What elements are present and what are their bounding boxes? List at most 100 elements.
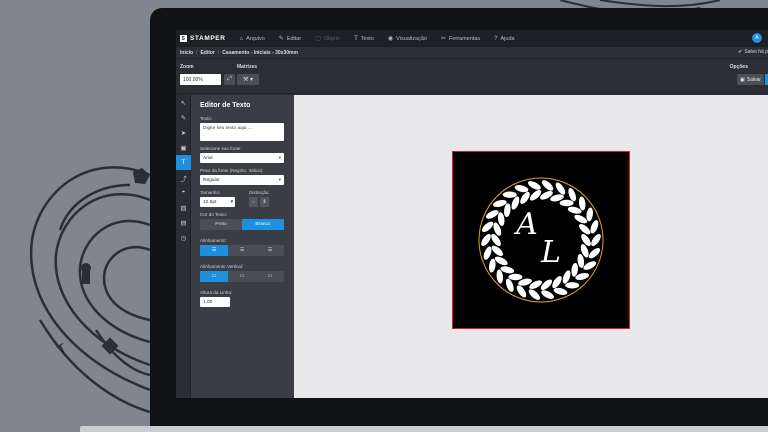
avatar[interactable]: A <box>752 33 762 43</box>
text-label: Texto: <box>200 116 213 121</box>
valign-bottom-button[interactable]: ▭ <box>256 271 284 282</box>
save-status-text: Salvo há p <box>744 49 768 55</box>
chevron-down-icon: ▾ <box>230 199 233 205</box>
color-label: Cor do Texto: <box>200 212 228 217</box>
color-black-option[interactable]: Preto <box>200 219 242 230</box>
transform-tool[interactable]: ⤴ <box>176 170 191 185</box>
laurel-leaf <box>577 253 585 268</box>
laurel-leaf <box>540 279 553 290</box>
text-input[interactable]: Digite seu texto aqui ... <box>200 123 284 141</box>
fill-tool-icon: ◓ <box>181 189 186 196</box>
toolbar: Zoom 100.00% ⤢ Matrizes ⚒ ▾ Opções ▣ Sal… <box>176 59 768 94</box>
matrices-select[interactable]: ⚒ ▾ <box>237 74 259 85</box>
laurel-leaf <box>497 212 505 227</box>
laurel-leaf <box>508 273 523 281</box>
transform-tool-icon: ⤴ <box>180 175 187 183</box>
fill-tool[interactable]: ◓ <box>176 185 191 200</box>
menubar: S STAMPER ⌂ Arquivo ✎ Editar ▢ Objeto T Text… <box>176 30 768 47</box>
size-label: Tamanho: <box>200 190 221 195</box>
lineheight-label: Altura da Linha: <box>200 290 233 295</box>
distort-vertical-button[interactable]: ⇕ <box>260 197 269 207</box>
breadcrumb-separator: / <box>217 49 220 56</box>
laurel-leaf <box>528 181 541 190</box>
weight-label: Peso da fonte (Negrito, Itálico): <box>200 168 264 173</box>
laurel-leaf <box>496 269 504 284</box>
laurel-leaf <box>483 246 492 260</box>
edit-icon: ✎ <box>278 36 284 42</box>
history-tool[interactable]: ◷ <box>176 230 191 245</box>
laurel-leaf <box>579 223 591 235</box>
design-canvas[interactable]: A L <box>294 95 768 398</box>
laurel-leaf <box>520 191 530 204</box>
weight-select[interactable]: Regular ▾ <box>200 175 284 185</box>
laurel-leaf <box>552 276 562 289</box>
valign-label: Alinhamento Vertical: <box>200 264 244 269</box>
laurel-leaf <box>541 180 554 191</box>
text-tool[interactable]: T <box>176 155 191 170</box>
valign-top-button[interactable]: ▭ <box>200 271 228 282</box>
laurel-leaf <box>529 190 542 201</box>
panel-title: Editor de Texto <box>200 102 251 109</box>
menu-ajuda[interactable]: ? Ajuda <box>494 36 514 42</box>
chevron-down-icon: ▾ <box>278 155 281 160</box>
pen-tool[interactable]: ✎ <box>176 110 191 125</box>
valign-bottom-icon: ▭ <box>267 274 273 279</box>
shape-tool[interactable]: ▣ <box>176 140 191 155</box>
align-left-button[interactable]: ☰ <box>200 245 228 256</box>
menu-ferramentas[interactable]: ✂ Ferramentas <box>441 35 481 43</box>
menu-label: Editar <box>286 35 302 42</box>
laurel-leaf <box>491 245 503 257</box>
align-left-icon: ☰ <box>211 248 217 253</box>
save-status: ✔ Salvo há p <box>738 49 768 55</box>
valign-middle-icon: ▭ <box>239 274 245 279</box>
matrix-icon: ⚒ ▾ <box>242 77 254 83</box>
menu-texto[interactable]: T Texto <box>354 36 374 42</box>
laurel-leaf <box>565 282 580 289</box>
font-select[interactable]: Arial ▾ <box>200 153 284 163</box>
save-button[interactable]: ▣ Salvar <box>737 74 764 85</box>
chevron-down-icon: ▾ <box>278 177 281 182</box>
size-select[interactable]: 10.5pt ▾ <box>200 197 235 207</box>
menu-label: Visualização <box>396 35 427 42</box>
distort-horizontal-button[interactable]: ⇔ <box>249 197 258 207</box>
select-tool[interactable]: ↖ <box>176 95 191 110</box>
breadcrumb-current: Casamento - Iniciais - 30x30mm <box>222 49 298 56</box>
menu-arquivo[interactable]: ⌂ Arquivo <box>240 36 265 42</box>
align-center-button[interactable]: ☰ <box>228 245 256 256</box>
image-tool-icon: ▨ <box>180 204 187 212</box>
horizontal-distort-icon: ⇔ <box>251 199 256 205</box>
breadcrumb-editor[interactable]: Editor <box>200 50 214 56</box>
lineheight-input[interactable]: 1.00 <box>200 297 230 307</box>
valign-top-icon: ▭ <box>211 274 217 279</box>
laurel-leaf <box>578 196 586 211</box>
menu-label: Ferramentas <box>448 35 481 42</box>
laurel-leaf <box>559 199 574 207</box>
color-white-option[interactable]: Branco <box>242 219 284 230</box>
monogram-artwork[interactable]: A L <box>453 152 629 328</box>
eye-icon: ◉ <box>387 36 394 42</box>
laurel-leaf <box>481 233 491 247</box>
align-right-button[interactable]: ☰ <box>256 245 284 256</box>
expand-icon: ⤢ <box>227 76 232 82</box>
stamp-artboard[interactable]: A L <box>452 151 630 329</box>
layers-tool[interactable]: ▤ <box>176 215 191 230</box>
align-label: Alinhamento: <box>200 238 227 243</box>
save-button-label: Salvar <box>746 76 761 83</box>
distortion-label: Distorção: <box>249 190 270 195</box>
brand-logo[interactable]: S STAMPER <box>180 35 226 42</box>
image-tool[interactable]: ▨ <box>176 200 191 215</box>
laurel-leaf <box>590 220 599 234</box>
menu-label: Texto <box>360 35 374 42</box>
breadcrumb-home[interactable]: Início <box>180 50 193 56</box>
node-tool[interactable]: ➤ <box>176 125 191 140</box>
fit-screen-button[interactable]: ⤢ <box>224 74 235 85</box>
zoom-select[interactable]: 100.00% <box>180 74 221 85</box>
menu-visualizacao[interactable]: ◉ Visualização <box>387 35 427 43</box>
object-icon: ▢ <box>315 36 321 42</box>
menu-editar[interactable]: ✎ Editar <box>278 35 302 43</box>
laurel-leaf <box>514 185 529 193</box>
align-right-icon: ☰ <box>267 248 273 253</box>
menu-label: Objeto <box>323 35 341 42</box>
valign-middle-button[interactable]: ▭ <box>228 271 256 282</box>
laurel-leaf <box>494 256 508 266</box>
